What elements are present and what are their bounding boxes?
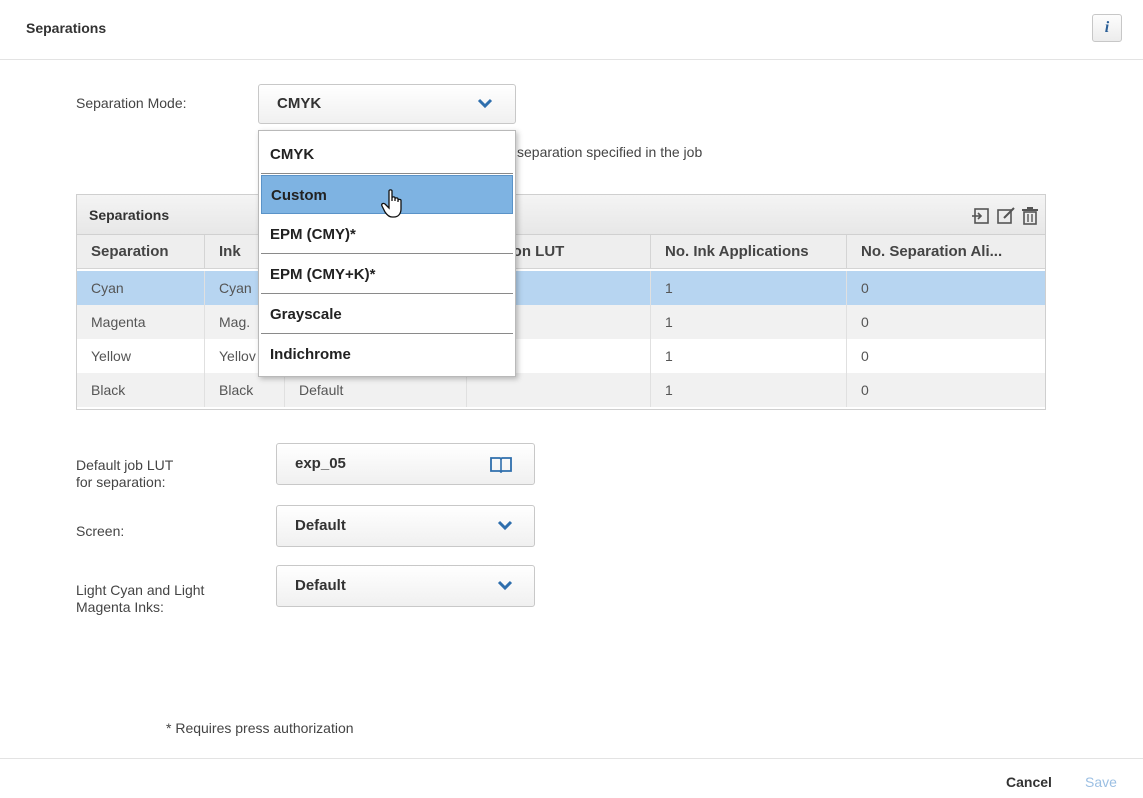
page-title: Separations bbox=[26, 20, 107, 36]
press-authorization-note: * Requires press authorization bbox=[166, 720, 354, 736]
separation-mode-select[interactable]: CMYK bbox=[258, 84, 516, 124]
footer-divider bbox=[0, 758, 1143, 759]
cell-ink-applications: 1 bbox=[651, 271, 847, 305]
edit-icon[interactable] bbox=[995, 205, 1017, 227]
cancel-button[interactable]: Cancel bbox=[1006, 774, 1052, 790]
cell-aliases: 0 bbox=[861, 382, 869, 398]
chevron-down-icon bbox=[497, 580, 513, 591]
light-inks-value: Default bbox=[295, 577, 346, 594]
column-header-separation[interactable]: Separation bbox=[77, 235, 205, 269]
cell-separation: Black bbox=[77, 373, 205, 407]
separations-table: Separations Separation Ink aration LUT N… bbox=[76, 194, 1046, 410]
cell-aliases: 0 bbox=[861, 348, 869, 364]
cell-aliases: 0 bbox=[861, 280, 869, 296]
light-inks-label: Light Cyan and Light Magenta Inks: bbox=[76, 582, 205, 615]
import-icon[interactable] bbox=[970, 205, 992, 227]
save-button[interactable]: Save bbox=[1085, 774, 1117, 790]
cell-ink: Black bbox=[205, 373, 285, 407]
screen-label: Screen: bbox=[76, 523, 125, 539]
dropdown-option-epm-cmyk[interactable]: EPM (CMY+K)* bbox=[261, 255, 513, 294]
trash-icon[interactable] bbox=[1019, 205, 1041, 227]
chevron-down-icon bbox=[497, 520, 513, 531]
table-header-row: Separation Ink aration LUT No. Ink Appli… bbox=[77, 235, 1045, 269]
cell-ink-applications: 1 bbox=[651, 373, 847, 407]
separation-mode-dropdown: CMYK Custom EPM (CMY)* EPM (CMY+K)* Gray… bbox=[258, 130, 516, 377]
dropdown-option-indichrome[interactable]: Indichrome bbox=[261, 335, 513, 374]
screen-value: Default bbox=[295, 517, 346, 534]
table-row[interactable]: Cyan Cyan 1 0 bbox=[77, 271, 1045, 305]
screen-select[interactable]: Default bbox=[276, 505, 535, 547]
dropdown-option-epm-cmy[interactable]: EPM (CMY)* bbox=[261, 215, 513, 254]
default-lut-selector[interactable]: exp_05 bbox=[276, 443, 535, 485]
table-row[interactable]: Magenta Mag. 1 0 bbox=[77, 305, 1045, 339]
table-row[interactable]: Black Black Default 1 0 bbox=[77, 373, 1045, 407]
cell-lut: Default bbox=[285, 373, 467, 407]
dropdown-option-grayscale[interactable]: Grayscale bbox=[261, 295, 513, 334]
column-header-ink-applications[interactable]: No. Ink Applications bbox=[651, 235, 847, 269]
table-title: Separations bbox=[89, 207, 170, 223]
cell-separation-lut bbox=[467, 373, 651, 407]
cell-ink-applications: 1 bbox=[651, 305, 847, 339]
info-button[interactable]: i bbox=[1092, 14, 1122, 42]
cell-separation: Cyan bbox=[77, 271, 205, 305]
dropdown-option-cmyk[interactable]: CMYK bbox=[261, 135, 513, 174]
separation-mode-value: CMYK bbox=[277, 95, 322, 112]
cell-separation: Magenta bbox=[77, 305, 205, 339]
cell-separation: Yellow bbox=[77, 339, 205, 373]
header-bar: Separations i bbox=[0, 0, 1143, 60]
table-row[interactable]: Yellow Yellov 1 0 bbox=[77, 339, 1045, 373]
default-lut-label: Default job LUT for separation: bbox=[76, 457, 174, 490]
column-header-separation-aliases[interactable]: No. Separation Ali... bbox=[847, 235, 1045, 269]
light-inks-select[interactable]: Default bbox=[276, 565, 535, 607]
separation-info-text: separation specified in the job bbox=[517, 144, 703, 160]
chevron-down-icon bbox=[477, 98, 493, 109]
table-title-bar: Separations bbox=[77, 195, 1045, 235]
book-icon[interactable] bbox=[489, 455, 513, 473]
hand-cursor-icon bbox=[381, 189, 402, 218]
separation-mode-label: Separation Mode: bbox=[76, 95, 187, 111]
default-lut-value: exp_05 bbox=[295, 455, 346, 472]
cell-ink-applications: 1 bbox=[651, 339, 847, 373]
cell-aliases: 0 bbox=[861, 314, 869, 330]
